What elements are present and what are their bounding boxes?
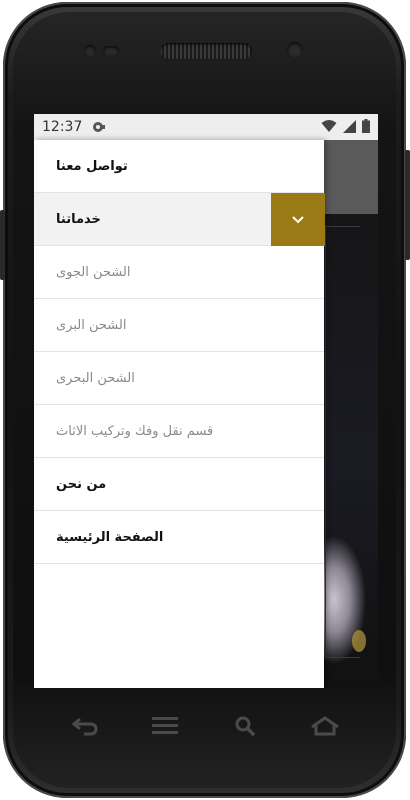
menu-item-label: الصفحة الرئيسية xyxy=(56,529,164,545)
power-button xyxy=(405,150,410,260)
menu-icon xyxy=(152,717,178,734)
submenu-item-land-freight[interactable]: الشحن البرى xyxy=(34,299,324,352)
menu-item-label: تواصل معنا xyxy=(56,158,128,174)
submenu-toggle-button[interactable] xyxy=(271,193,325,246)
back-button[interactable] xyxy=(68,712,102,740)
status-bar: 12:37 xyxy=(34,114,378,140)
chevron-down-icon xyxy=(292,215,304,223)
system-navigation-bar xyxy=(34,700,378,752)
background-image xyxy=(352,630,366,652)
menu-item-contact[interactable]: تواصل معنا xyxy=(34,140,324,193)
home-button[interactable] xyxy=(308,712,342,740)
front-camera-icon xyxy=(287,42,303,58)
earpiece-speaker xyxy=(160,43,252,59)
search-icon xyxy=(235,716,256,737)
home-icon xyxy=(311,716,339,736)
menu-item-label: قسم نقل وفك وتركيب الاثاث xyxy=(56,423,214,439)
menu-item-label: الشحن الجوى xyxy=(56,264,131,280)
signal-icon xyxy=(343,119,356,133)
wifi-icon xyxy=(321,120,337,132)
menu-item-services[interactable]: خدماتنا xyxy=(34,193,325,246)
battery-icon xyxy=(362,119,370,133)
app-content-frame xyxy=(325,226,360,658)
back-icon xyxy=(72,717,98,736)
search-button[interactable] xyxy=(228,712,262,740)
volume-button xyxy=(0,210,5,280)
screen: 12:37 تواصل معنا خدماتنا الشحن الجوى الش… xyxy=(34,114,378,688)
status-icons xyxy=(321,119,370,133)
menu-button[interactable] xyxy=(148,712,182,740)
menu-item-label: الشحن البرى xyxy=(56,317,127,333)
submenu-item-air-freight[interactable]: الشحن الجوى xyxy=(34,246,324,299)
status-time: 12:37 xyxy=(42,119,83,135)
menu-item-about[interactable]: من نحن xyxy=(34,458,324,511)
menu-item-label: الشحن البحرى xyxy=(56,370,135,386)
menu-item-home[interactable]: الصفحة الرئيسية xyxy=(34,511,324,564)
menu-item-label: من نحن xyxy=(56,476,107,492)
submenu-item-furniture-moving[interactable]: قسم نقل وفك وتركيب الاثاث xyxy=(34,405,324,458)
navigation-drawer: تواصل معنا خدماتنا الشحن الجوى الشحن الب… xyxy=(34,140,325,688)
sensor-icon xyxy=(103,46,119,56)
notification-icon xyxy=(93,122,105,132)
submenu-item-sea-freight[interactable]: الشحن البحرى xyxy=(34,352,324,405)
menu-item-label: خدماتنا xyxy=(56,211,101,227)
app-toolbar xyxy=(324,140,378,214)
sensor-icon xyxy=(84,45,96,57)
